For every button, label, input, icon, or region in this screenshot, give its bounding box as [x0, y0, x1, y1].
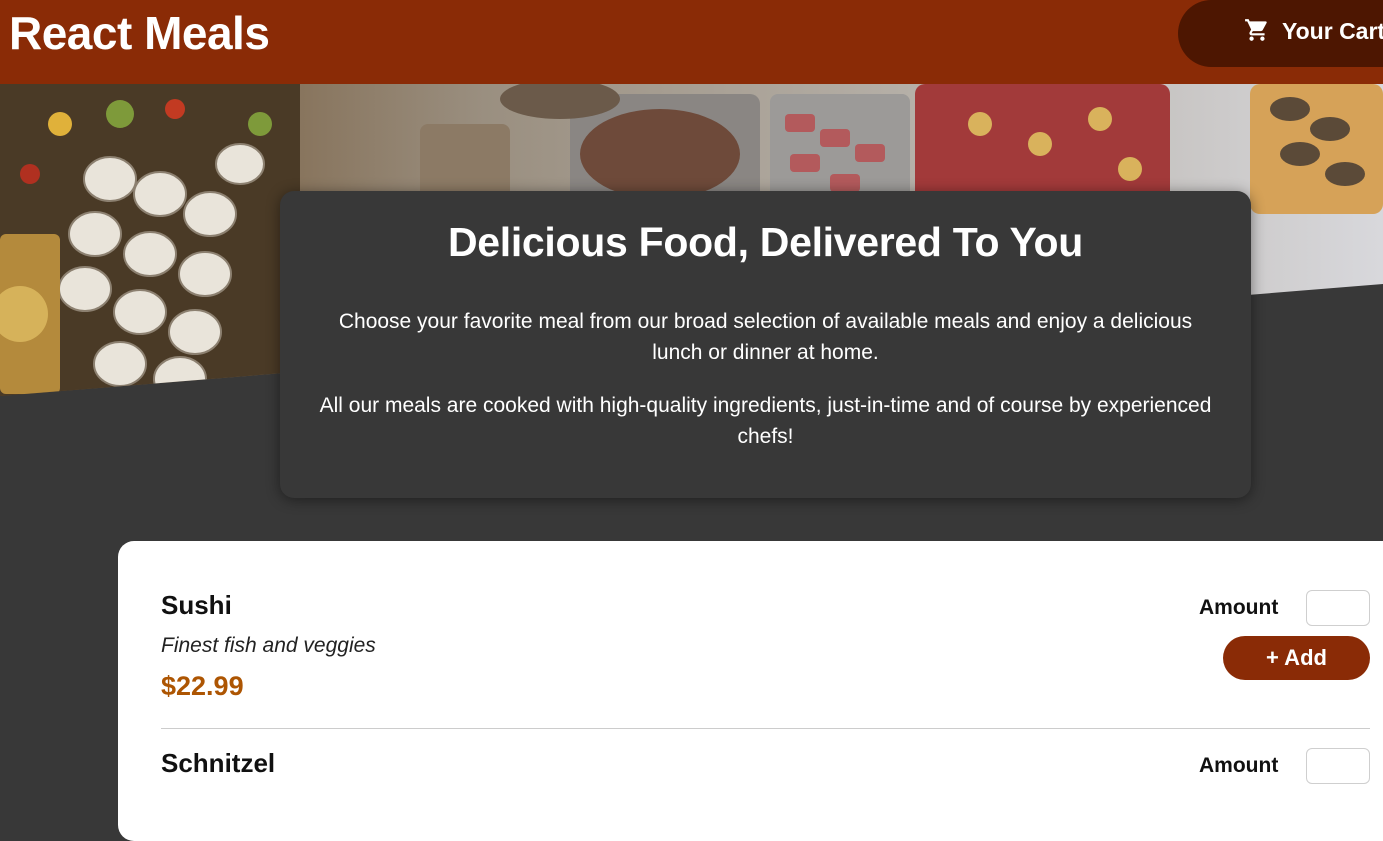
cart-button[interactable]: Your Cart: [1178, 0, 1383, 67]
meal-description: Finest fish and veggies: [161, 634, 376, 657]
meals-summary-card: Delicious Food, Delivered To You Choose …: [280, 191, 1251, 498]
meal-name: Sushi: [161, 590, 232, 620]
add-to-cart-button[interactable]: + Add: [1223, 636, 1370, 680]
available-meals-card: Sushi Finest fish and veggies $22.99 Amo…: [118, 541, 1383, 841]
summary-paragraph: Choose your favorite meal from our broad…: [338, 310, 1193, 364]
cart-label: Your Cart: [1282, 18, 1383, 44]
amount-label: Amount: [1199, 596, 1279, 619]
app-title: React Meals: [9, 7, 270, 59]
meal-divider: [161, 728, 1370, 729]
amount-input[interactable]: [1306, 748, 1370, 784]
summary-heading: Delicious Food, Delivered To You: [447, 219, 1084, 265]
amount-label: Amount: [1199, 754, 1279, 777]
meal-name: Schnitzel: [161, 748, 276, 778]
amount-input[interactable]: [1306, 590, 1370, 626]
shopping-cart-icon: [1245, 19, 1267, 41]
app-header: React Meals Your Cart: [0, 0, 1383, 84]
summary-paragraph: All our meals are cooked with high-quali…: [319, 394, 1212, 448]
meal-price: $22.99: [161, 671, 244, 701]
